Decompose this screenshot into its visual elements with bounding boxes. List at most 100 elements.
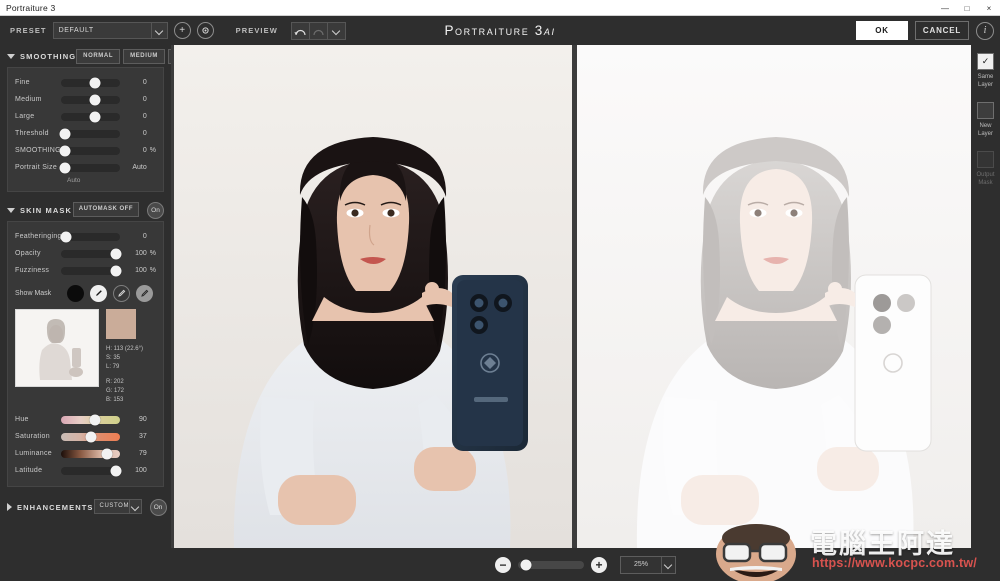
slider-medium[interactable]: Medium 0 (8, 91, 163, 108)
slider-fuzziness-knob[interactable] (110, 265, 122, 276)
slider-medium-track[interactable] (61, 94, 121, 105)
smoothing-section-header[interactable]: SMOOTHING NORMAL MEDIUM STRONG (0, 45, 171, 67)
chevron-down-icon (150, 23, 167, 38)
slider-luminance-track[interactable] (61, 448, 121, 459)
smoothing-section-title: SMOOTHING (20, 51, 77, 61)
chevron-down-icon (7, 53, 15, 59)
portraiture-app-window: Portraiture 3 — □ × PRESET DEFAULT + PRE… (0, 0, 1000, 581)
slider-threshold-knob[interactable] (59, 128, 71, 139)
ok-button[interactable]: OK (856, 21, 908, 40)
slider-fine-knob[interactable] (89, 77, 101, 88)
slider-luminance-knob[interactable] (101, 448, 113, 459)
cancel-button[interactable]: CANCEL (915, 21, 969, 40)
rail-item-new-layer[interactable]: New Layer (977, 102, 994, 138)
automask-button[interactable]: AUTOMASK OFF (72, 201, 139, 217)
slider-feathering[interactable]: Featheringing 0 (8, 228, 163, 245)
slider-feathering-value: 0 (142, 233, 147, 240)
chevron-right-icon (7, 503, 12, 511)
plus-icon[interactable]: + (173, 22, 191, 39)
rail-item-same-layer[interactable]: ✓ Same Layer (977, 53, 994, 89)
empty-checkbox-icon[interactable] (976, 151, 994, 168)
slider-medium-knob[interactable] (89, 94, 101, 105)
enhancements-select[interactable]: CUSTOM (93, 498, 142, 514)
zoom-in-button[interactable]: + (591, 556, 607, 573)
slider-saturation-knob[interactable] (85, 431, 97, 442)
rail-item-output-mask[interactable]: Output Mask (976, 151, 995, 187)
history-buttons (290, 21, 346, 40)
slider-large-knob[interactable] (89, 111, 101, 122)
zoom-slider-track[interactable] (518, 559, 584, 570)
slider-large-track[interactable] (61, 111, 121, 122)
preset-select[interactable]: DEFAULT (52, 22, 168, 39)
skin-mask-toggle[interactable]: On (147, 201, 164, 219)
slider-latitude[interactable]: Latitude 100 (8, 462, 163, 479)
eyedropper-icon[interactable] (113, 285, 130, 302)
enhancements-section-header[interactable]: ENHANCEMENTS CUSTOM On (0, 494, 171, 520)
rail-item-output-mask-label: Output Mask (976, 172, 995, 186)
history-dropdown-button[interactable] (326, 21, 346, 40)
smoothing-preset-normal[interactable]: NORMAL (76, 48, 121, 64)
toolbar-actions: OK CANCEL i (856, 16, 994, 45)
chevron-down-icon (129, 499, 141, 513)
slider-latitude-track[interactable] (61, 465, 122, 476)
zoom-level-select[interactable]: 25% (620, 555, 676, 574)
slider-opacity[interactable]: Opacity 100 % (8, 245, 163, 262)
slider-portrait-size-label: Portrait Size (15, 164, 58, 171)
slider-smoothing[interactable]: SMOOTHING 0 % (8, 142, 163, 159)
mask-thumbnail[interactable] (15, 309, 99, 387)
slider-latitude-label: Latitude (15, 467, 43, 474)
slider-smoothing-knob[interactable] (59, 145, 71, 156)
slider-fuzziness-unit: % (149, 267, 156, 274)
slider-feathering-track[interactable] (60, 231, 121, 242)
maximize-button[interactable]: □ (956, 0, 978, 16)
slider-saturation-value: 37 (138, 433, 147, 440)
slider-saturation[interactable]: Saturation 37 (8, 428, 163, 445)
slider-fine-track[interactable] (61, 77, 121, 88)
slider-hue-track[interactable] (61, 414, 121, 425)
enhancements-toggle[interactable]: On (149, 498, 167, 516)
slider-hue-knob[interactable] (89, 414, 101, 425)
slider-smoothing-track[interactable] (59, 145, 121, 156)
undo-arrow-icon[interactable] (290, 21, 310, 40)
check-icon[interactable]: ✓ (977, 53, 994, 70)
brush-icon[interactable] (90, 285, 107, 302)
slider-luminance-value: 79 (138, 450, 147, 457)
close-button[interactable]: × (978, 0, 1000, 16)
slider-latitude-knob[interactable] (110, 465, 122, 476)
skin-mask-section-header[interactable]: SKIN MASK AUTOMASK OFF On (0, 199, 171, 221)
slider-luminance[interactable]: Luminance 79 (8, 445, 163, 462)
slider-feathering-knob[interactable] (60, 231, 72, 242)
slider-portrait-size-knob[interactable] (59, 162, 71, 173)
slider-large[interactable]: Large 0 (8, 108, 163, 125)
zoom-slider-knob[interactable] (520, 559, 532, 570)
gear-icon[interactable] (196, 22, 214, 39)
slider-fuzziness-value: 100 (135, 267, 147, 274)
retouched-image-pane[interactable] (577, 45, 975, 548)
minimize-button[interactable]: — (934, 0, 956, 16)
slider-luminance-label: Luminance (15, 450, 52, 457)
slider-fuzziness-track[interactable] (61, 265, 122, 276)
slider-threshold-track[interactable] (59, 128, 121, 139)
slider-portrait-size-track[interactable] (59, 162, 121, 173)
eyedropper-plus-icon[interactable] (136, 285, 153, 302)
mask-black-circle-icon[interactable] (67, 285, 84, 302)
slider-opacity-label: Opacity (15, 250, 41, 257)
slider-saturation-track[interactable] (61, 431, 121, 442)
slider-fuzziness[interactable]: Fuzziness 100 % (8, 262, 163, 279)
slider-opacity-knob[interactable] (110, 248, 122, 259)
preview-group: PREVIEW (236, 21, 346, 40)
info-icon[interactable]: i (976, 21, 994, 40)
slider-portrait-size[interactable]: Portrait Size Auto (8, 159, 163, 176)
smoothing-preset-medium[interactable]: MEDIUM (123, 48, 166, 64)
original-image-pane[interactable] (174, 45, 572, 548)
slider-large-label: Large (15, 113, 35, 120)
slider-opacity-track[interactable] (61, 248, 122, 259)
enhancements-section-title: ENHANCEMENTS (17, 502, 94, 512)
slider-threshold[interactable]: Threshold 0 (8, 125, 163, 142)
slider-hue[interactable]: Hue 90 (8, 411, 163, 428)
empty-checkbox-icon[interactable] (977, 102, 994, 119)
slider-threshold-label: Threshold (15, 130, 49, 137)
redo-arrow-icon[interactable] (308, 21, 328, 40)
zoom-out-button[interactable]: − (495, 556, 511, 573)
slider-fine[interactable]: Fine 0 (8, 74, 163, 91)
